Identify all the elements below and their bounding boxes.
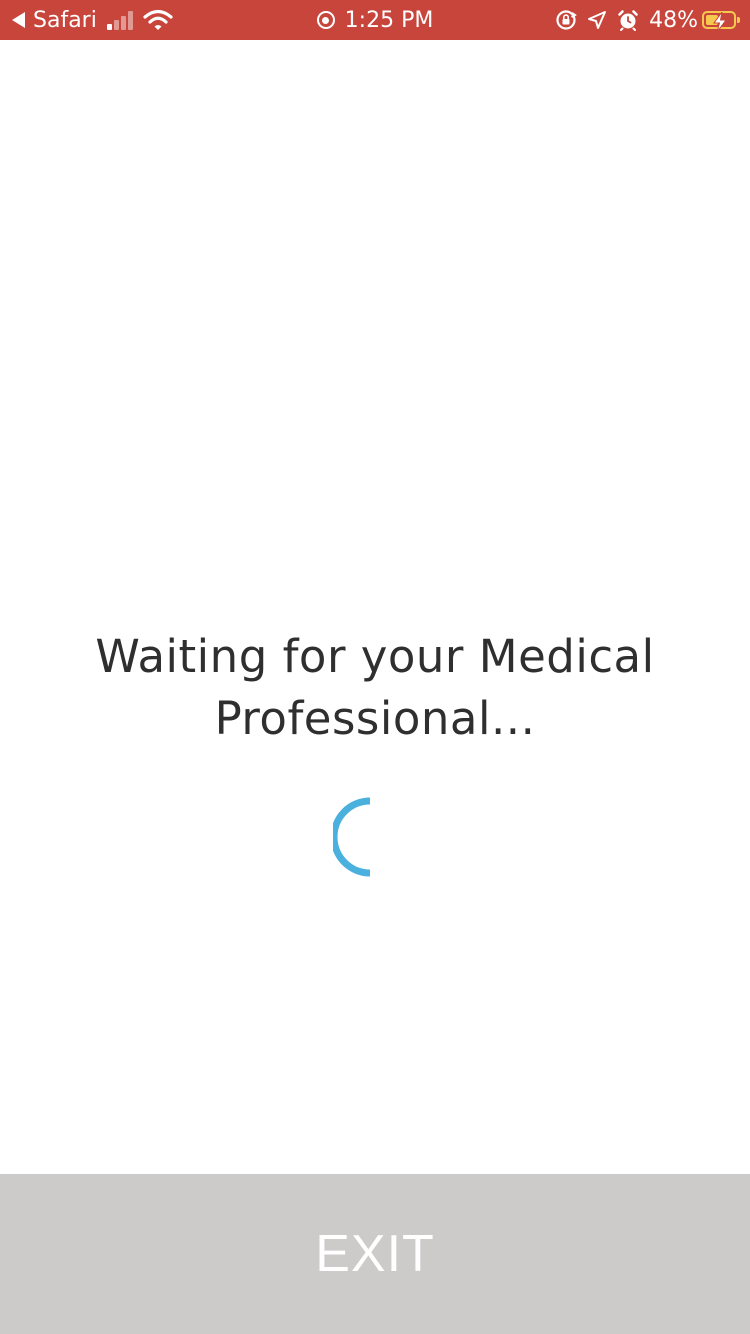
exit-button-label: EXIT <box>315 1225 435 1283</box>
video-waiting-room-screen: Safari 1:25 PM 48% Waiting for your Medi… <box>0 0 750 1334</box>
status-time: 1:25 PM <box>344 7 434 33</box>
location-arrow-icon <box>587 10 607 30</box>
loading-spinner-icon <box>333 797 371 877</box>
rotation-lock-icon <box>555 9 577 31</box>
status-bar-left: Safari <box>12 0 173 40</box>
back-caret-icon[interactable] <box>12 12 25 28</box>
alarm-clock-icon <box>617 9 639 31</box>
battery-nub <box>737 17 740 23</box>
screen-recording-icon <box>316 11 335 29</box>
waiting-message: Waiting for your Medical Professional... <box>95 630 655 745</box>
battery-percentage: 48% <box>649 7 698 33</box>
battery-charging-icon <box>702 11 740 32</box>
cellular-signal-icon <box>106 10 135 30</box>
back-to-app-label[interactable]: Safari <box>33 8 97 33</box>
exit-button[interactable]: EXIT <box>0 1174 750 1334</box>
status-bar: Safari 1:25 PM 48% <box>0 0 750 40</box>
status-bar-right: 48% <box>545 0 740 40</box>
wifi-icon <box>143 9 173 31</box>
charging-bolt-icon <box>713 12 727 32</box>
